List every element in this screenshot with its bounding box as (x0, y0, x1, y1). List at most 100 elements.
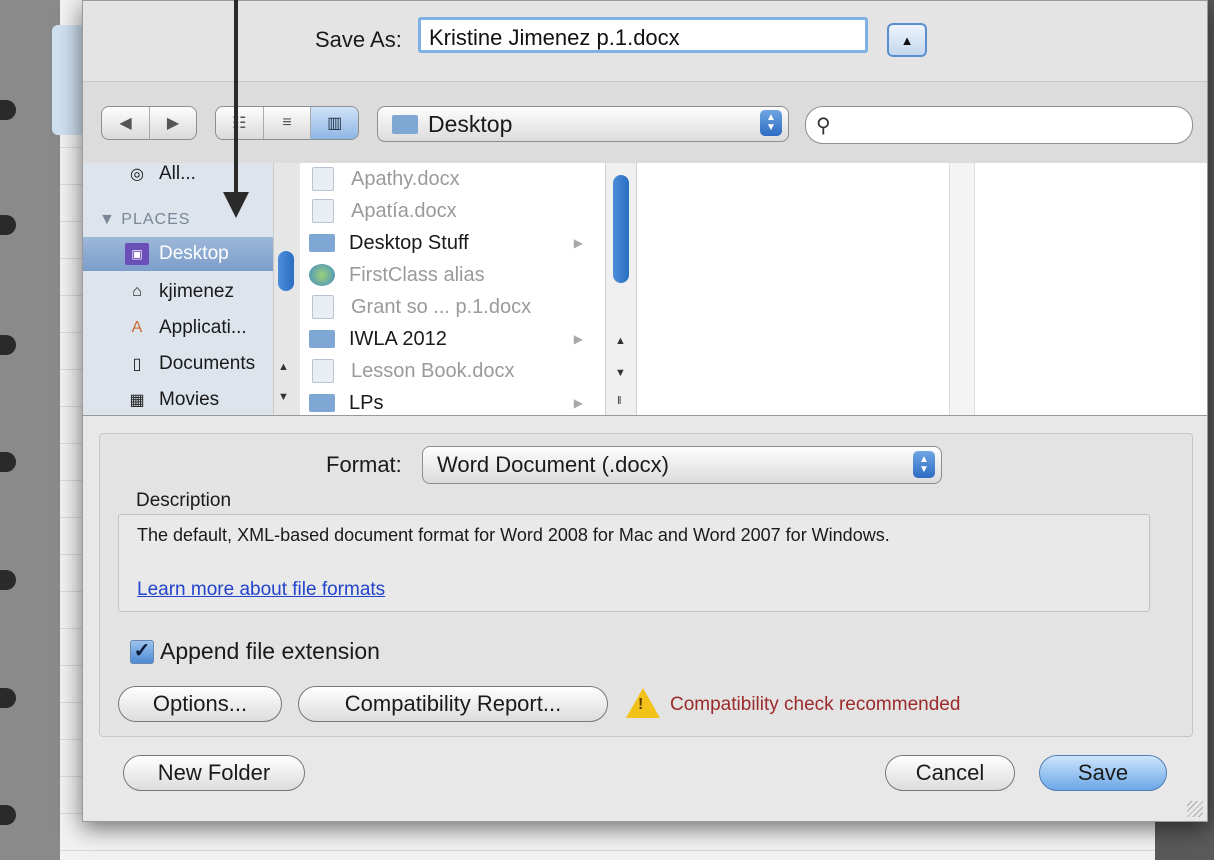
sidebar-scrollbar[interactable]: ▲ ▼ (273, 163, 300, 415)
cancel-button[interactable]: Cancel (885, 755, 1015, 791)
compatibility-report-button[interactable]: Compatibility Report... (298, 686, 608, 722)
document-icon (312, 167, 334, 191)
places-header[interactable]: ▼ PLACES (99, 211, 190, 229)
file-name: Apathy.docx (351, 167, 460, 190)
file-name: Apatía.docx (351, 199, 457, 222)
binder-ring (0, 452, 16, 472)
disclosure-arrow-icon: ▶ (573, 236, 583, 250)
folder-icon (309, 394, 335, 412)
home-icon: ⌂ (132, 283, 142, 300)
collapse-toggle-button[interactable]: ▲ (887, 23, 927, 57)
sidebar-item-label: Documents (159, 353, 256, 374)
sidebar-item-label: kjimenez (159, 281, 234, 302)
scrollbar-thumb[interactable] (613, 175, 629, 283)
background-left-strip (0, 0, 60, 860)
save-button[interactable]: Save (1039, 755, 1167, 791)
file-name: Lesson Book.docx (351, 359, 515, 382)
file-column: Apathy.docx Apatía.docx Desktop Stuff ▶ … (299, 163, 605, 415)
binder-ring (0, 570, 16, 590)
sidebar-item-movies[interactable]: ▦ Movies (83, 383, 273, 417)
save-dialog: Save As: Kristine Jimenez p.1.docx ▲ ◀ ▶… (82, 0, 1208, 822)
options-button[interactable]: Options... (118, 686, 282, 722)
binder-ring (0, 688, 16, 708)
location-label: Desktop (428, 111, 513, 137)
sidebar-item-all[interactable]: ◎ All... (83, 157, 273, 191)
desktop-icon: ▣ (125, 243, 149, 265)
documents-icon: ▯ (132, 356, 142, 373)
file-browser: ◎ All... ▼ PLACES ▣ Desktop ⌂ kjimenez A… (83, 163, 1207, 416)
sidebar-item-label: All... (159, 163, 196, 184)
column-scrollbar[interactable]: ▲ ▼ ‖ (605, 163, 637, 415)
format-options-panel: Format: Word Document (.docx) ▲ ▼ Descrip… (99, 433, 1193, 737)
folder-icon (309, 234, 335, 252)
file-name: FirstClass alias (349, 263, 485, 286)
description-text: The default, XML-based document format f… (137, 525, 890, 545)
disclosure-arrow-icon: ▶ (573, 332, 583, 346)
back-button[interactable]: ◀ (102, 107, 150, 139)
search-icon: ⚲ (816, 115, 831, 137)
binder-ring (0, 215, 16, 235)
description-box: The default, XML-based document format f… (118, 514, 1150, 612)
scroll-up-icon[interactable]: ▲ (615, 335, 626, 347)
popup-arrows-icon: ▲ ▼ (760, 110, 782, 136)
learn-more-link[interactable]: Learn more about file formats (137, 579, 385, 601)
list-item[interactable]: LPs ▶ (299, 387, 599, 419)
applications-icon: A (131, 319, 143, 336)
sidebar-item-documents[interactable]: ▯ Documents (83, 347, 273, 381)
warning-mark: ! (638, 696, 644, 713)
list-item[interactable]: Lesson Book.docx (299, 355, 599, 387)
triangle-up-icon: ▲ (900, 32, 914, 48)
sidebar-item-label: Movies (159, 389, 220, 410)
new-folder-button[interactable]: New Folder (123, 755, 305, 791)
list-item[interactable]: Apathy.docx (299, 163, 599, 195)
back-forward-control: ◀ ▶ (101, 106, 197, 140)
format-label: Format: (326, 452, 402, 477)
column-resize-icon[interactable]: ‖ (617, 395, 622, 407)
scroll-down-icon[interactable]: ▼ (278, 391, 289, 403)
list-view-button[interactable]: ≡ (264, 107, 312, 139)
append-extension-checkbox[interactable]: ✓ (130, 640, 154, 664)
popup-arrows-icon: ▲ ▼ (913, 451, 935, 478)
column-divider[interactable] (949, 163, 975, 415)
alias-icon (309, 264, 335, 286)
compatibility-warning-text: Compatibility check recommended (670, 694, 961, 715)
navigation-toolbar: ◀ ▶ ☷ ≡ ▥ Desktop ▲ ▼ ⚲ (83, 81, 1207, 165)
save-as-label: Save As: (315, 27, 402, 52)
filename-input[interactable]: Kristine Jimenez p.1.docx (418, 17, 868, 53)
list-item[interactable]: Apatía.docx (299, 195, 599, 227)
movies-icon: ▦ (129, 392, 145, 409)
list-item[interactable]: Desktop Stuff ▶ (299, 227, 599, 259)
sidebar-item-label: Desktop (159, 243, 229, 264)
scroll-down-icon[interactable]: ▼ (615, 367, 626, 379)
search-field[interactable]: ⚲ (805, 106, 1193, 144)
format-value: Word Document (.docx) (437, 452, 669, 477)
sidebar-item-label: Applicati... (159, 317, 247, 338)
list-item[interactable]: Grant so ... p.1.docx (299, 291, 599, 323)
file-name: IWLA 2012 (349, 327, 447, 350)
resize-grip-icon[interactable] (1187, 801, 1203, 817)
list-item[interactable]: IWLA 2012 ▶ (299, 323, 599, 355)
save-as-row: Save As: Kristine Jimenez p.1.docx ▲ (83, 1, 1207, 81)
scroll-up-icon[interactable]: ▲ (278, 361, 289, 373)
list-item[interactable]: FirstClass alias (299, 259, 599, 291)
sidebar-item-applications[interactable]: A Applicati... (83, 311, 273, 345)
search-folder-icon: ◎ (130, 166, 144, 183)
folder-icon (392, 115, 418, 134)
append-extension-label[interactable]: Append file extension (160, 638, 380, 665)
binder-ring (0, 805, 16, 825)
sidebar-item-kjimenez[interactable]: ⌂ kjimenez (83, 275, 273, 309)
format-popup[interactable]: Word Document (.docx) ▲ ▼ (422, 446, 942, 484)
location-popup[interactable]: Desktop ▲ ▼ (377, 106, 789, 142)
document-icon (312, 295, 334, 319)
icon-view-button[interactable]: ☷ (216, 107, 264, 139)
binder-ring (0, 100, 16, 120)
description-label: Description (136, 490, 232, 511)
forward-button[interactable]: ▶ (150, 107, 196, 139)
sidebar-item-desktop[interactable]: ▣ Desktop (83, 237, 273, 271)
file-name: Grant so ... p.1.docx (351, 295, 532, 318)
column-view-button[interactable]: ▥ (311, 107, 358, 139)
document-icon (312, 359, 334, 383)
folder-icon (309, 330, 335, 348)
scrollbar-thumb[interactable] (278, 251, 294, 291)
annotation-arrow-head-icon (223, 192, 249, 218)
